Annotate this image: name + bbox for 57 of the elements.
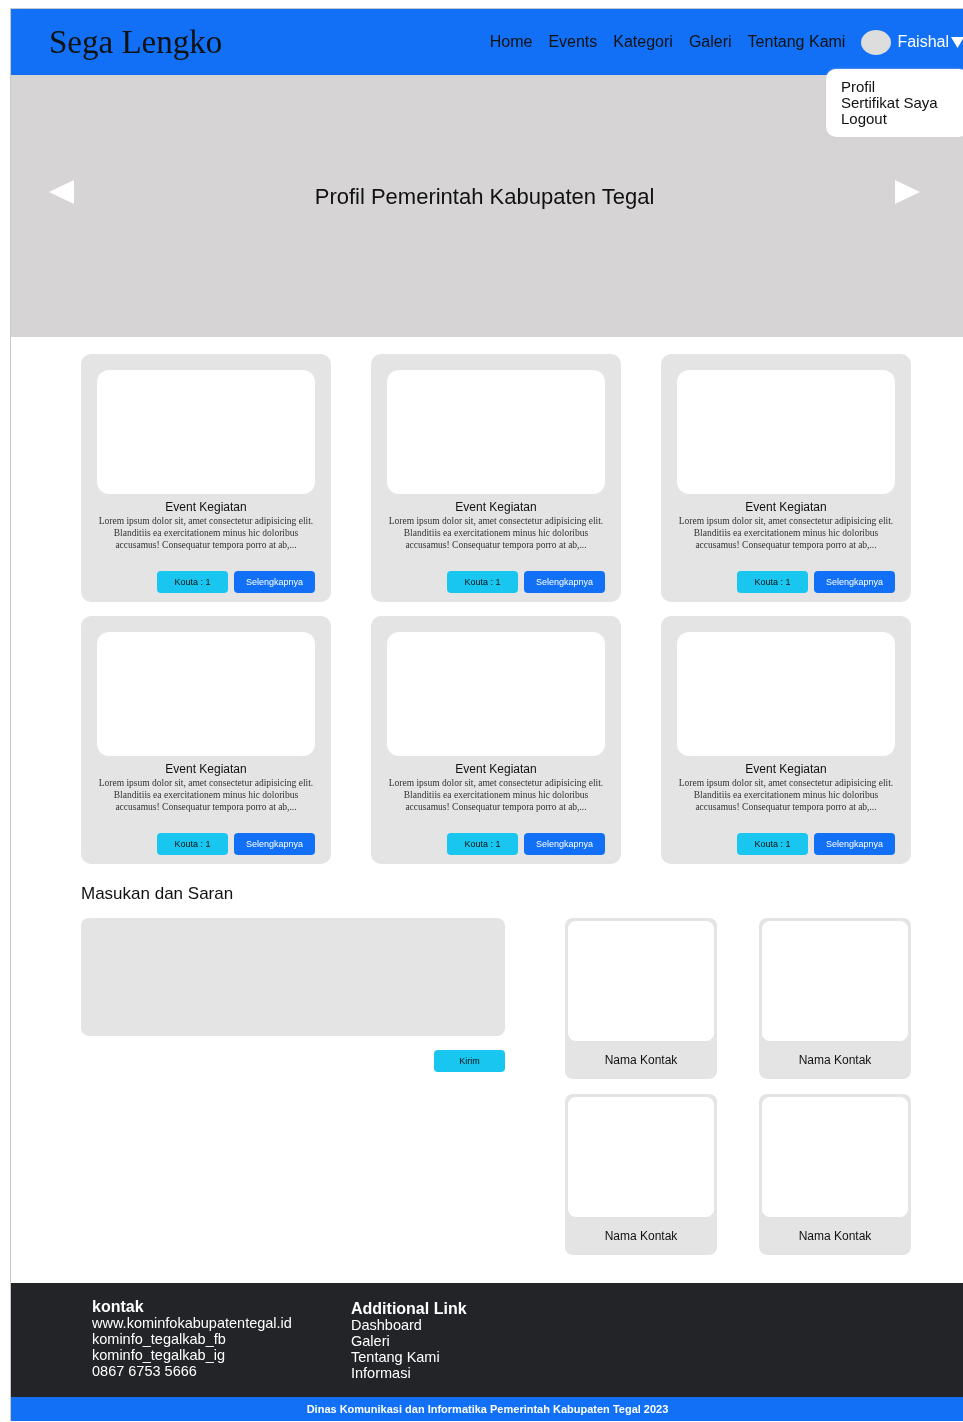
more-button[interactable]: Selengkapnya [234,571,315,593]
quota-button[interactable]: Kouta : 1 [737,833,808,855]
event-title: Event Kegiatan [455,762,537,776]
event-title: Event Kegiatan [165,500,247,514]
footer-heading: Additional Link [351,1300,468,1317]
event-description: Lorem ipsum dolor sit, amet consectetur adipisicing elit. Blanditiis ea exercitationem minus hic doloribus accusamus! Consequatur tempora porro at ab,... [677,515,895,551]
quota-button[interactable]: Kouta : 1 [447,833,518,855]
quota-button[interactable]: Kouta : 1 [447,571,518,593]
event-description: Lorem ipsum dolor sit, amet consectetur adipisicing elit. Blanditiis ea exercitationem minus hic doloribus accusamus! Consequatur tempora porro at ab,... [97,515,315,551]
user-menu[interactable]: Faishal [897,33,963,51]
feedback-field[interactable] [81,918,505,1036]
event-title: Event Kegiatan [745,762,827,776]
footer-link[interactable]: Informasi [351,1365,610,1381]
quota-button[interactable]: Kouta : 1 [157,833,228,855]
more-button[interactable]: Selengkapnya [814,571,895,593]
contact-info: kominfo_tegalkab_ig [92,1347,226,1363]
event-title: Event Kegiatan [745,500,827,514]
previous-arrow-icon[interactable] [49,180,74,204]
dropdown-item[interactable]: Logout [841,111,959,127]
contact-name: Nama Kontak [798,1053,872,1067]
submit-button[interactable]: Kirim [434,1050,505,1072]
copyright-text: Dinas Komunikasi dan Informatika Pemerintah Kabupaten Tegal 2023 [306,1403,669,1415]
dropdown-item[interactable]: Sertifikat Saya [841,95,959,111]
event-title: Event Kegiatan [165,762,247,776]
more-button[interactable]: Selengkapnya [524,571,605,593]
contact-info: kominfo_tegalkab_fb [92,1331,227,1347]
nav-link[interactable]: Tentang Kami [747,33,846,51]
site-logo[interactable]: Sega Lengko [49,23,223,61]
event-description: Lorem ipsum dolor sit, amet consectetur adipisicing elit. Blanditiis ea exercitationem minus hic doloribus accusamus! Consequatur tempora porro at ab,... [677,777,895,813]
nav-link[interactable]: Events [548,33,598,51]
section-heading: Masukan dan Saran [81,884,235,904]
nav-link[interactable]: Kategori [613,33,673,51]
contact-name: Nama Kontak [604,1229,678,1243]
next-arrow-icon[interactable] [895,180,920,204]
event-description: Lorem ipsum dolor sit, amet consectetur adipisicing elit. Blanditiis ea exercitationem minus hic doloribus accusamus! Consequatur tempora porro at ab,... [387,777,605,813]
dropdown-item[interactable]: Profil [841,79,959,95]
avatar-icon[interactable] [861,29,892,55]
quota-button[interactable]: Kouta : 1 [737,571,808,593]
nav-link[interactable]: Home [489,33,533,51]
caret-icon [951,36,963,48]
contact-name: Nama Kontak [798,1229,872,1243]
hero-title: Profil Pemerintah Kabupaten Tegal [314,184,655,210]
footer-link[interactable]: Galeri [351,1333,610,1349]
event-title: Event Kegiatan [455,500,537,514]
footer-link[interactable]: Dashboard [351,1317,610,1333]
event-description: Lorem ipsum dolor sit, amet consectetur adipisicing elit. Blanditiis ea exercitationem minus hic doloribus accusamus! Consequatur tempora porro at ab,... [97,777,315,813]
contact-info: www.kominfokabupatentegal.id [92,1315,293,1331]
footer-heading: kontak [92,1298,145,1315]
more-button[interactable]: Selengkapnya [234,833,315,855]
quota-button[interactable]: Kouta : 1 [157,571,228,593]
footer-link[interactable]: Tentang Kami [351,1349,610,1365]
contact-name: Nama Kontak [604,1053,678,1067]
more-button[interactable]: Selengkapnya [814,833,895,855]
nav-link[interactable]: Galeri [688,33,732,51]
contact-info: 0867 6753 5666 [92,1363,198,1379]
event-description: Lorem ipsum dolor sit, amet consectetur adipisicing elit. Blanditiis ea exercitationem minus hic doloribus accusamus! Consequatur tempora porro at ab,... [387,515,605,551]
more-button[interactable]: Selengkapnya [524,833,605,855]
